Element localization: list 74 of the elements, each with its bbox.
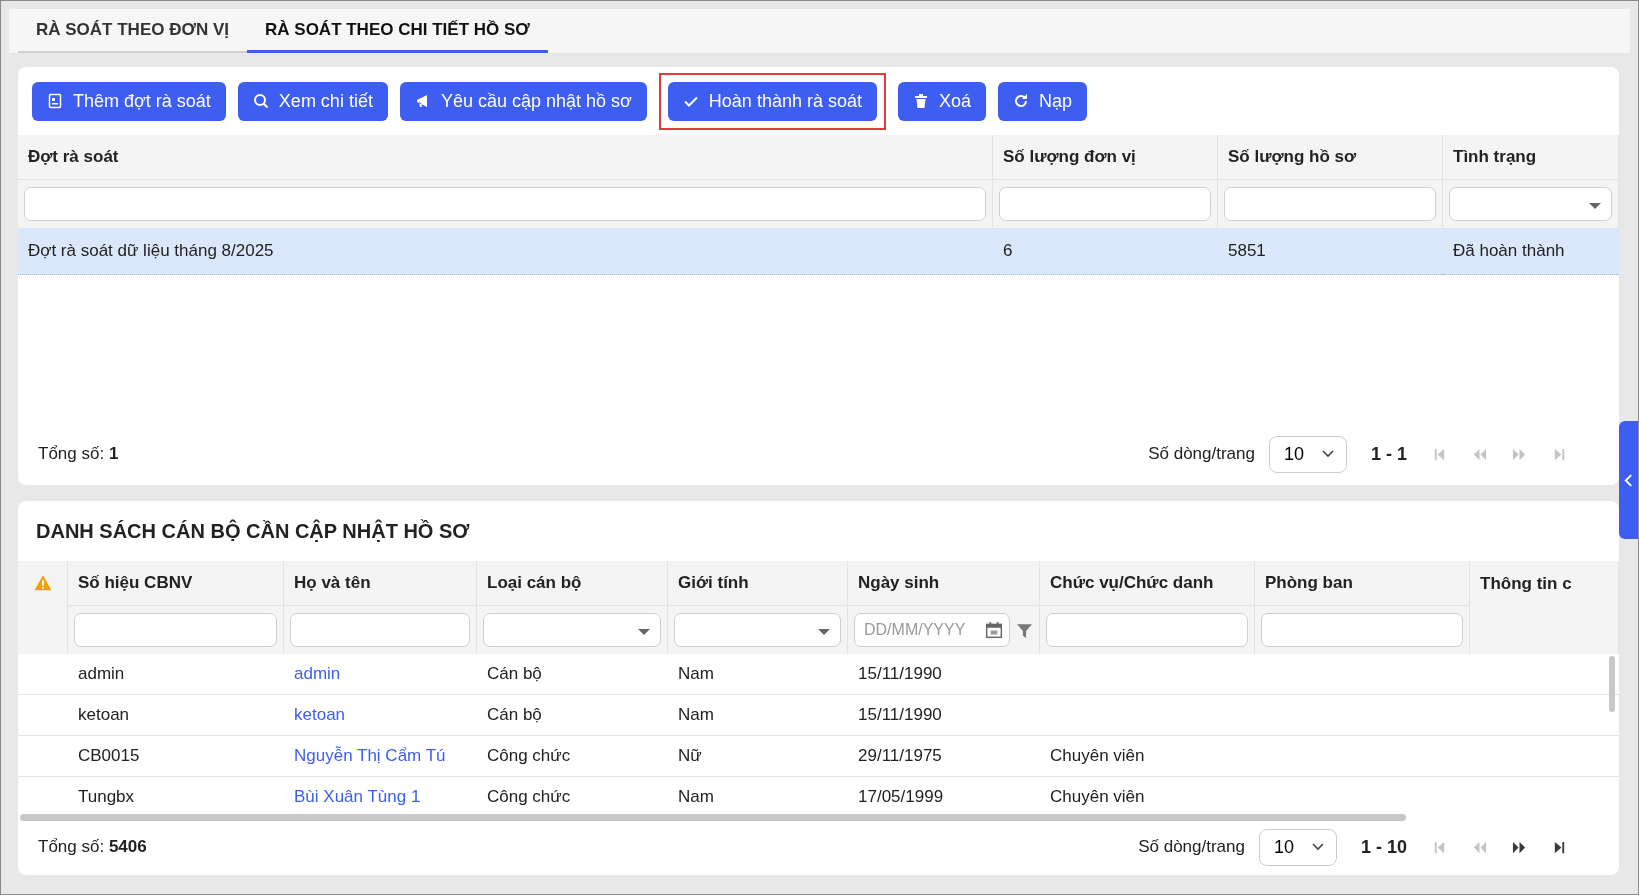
page-size-select[interactable]: 10 [1268, 435, 1347, 473]
staff-name-link[interactable]: admin [294, 664, 341, 684]
chevron-left-icon [1624, 473, 1633, 487]
staff-name-link[interactable]: Nguyễn Thị Cẩm Tú [294, 746, 446, 766]
page-range: 1 - 10 [1360, 836, 1407, 858]
toolbar-button[interactable]: Nạp [998, 81, 1087, 121]
toolbar-button[interactable]: Yêu cầu cập nhật hồ sơ [399, 81, 647, 121]
tab[interactable]: RÀ SOÁT THEO ĐƠN VỊ [18, 9, 247, 53]
trash-icon [912, 93, 929, 109]
table-cell: Cán bộ [477, 695, 668, 736]
next-page-icon[interactable] [1511, 839, 1527, 855]
column-header[interactable]: Giới tính [668, 561, 848, 606]
form-icon [47, 93, 63, 109]
chevron-down-icon [1311, 843, 1324, 851]
column-header[interactable]: Ngày sinh [848, 561, 1040, 606]
total-count: Tổng số: 5406 [38, 837, 147, 857]
table-cell: Cán bộ [477, 654, 668, 695]
page-range: 1 - 1 [1370, 443, 1407, 465]
table-cell: 6 [993, 228, 1218, 275]
page-size-label: Số dòng/trang [1148, 444, 1255, 464]
staff-name-link[interactable]: Bùi Xuân Tùng 1 [294, 787, 421, 807]
filter-field[interactable] [1046, 613, 1248, 647]
column-header[interactable]: Đợt rà soát [18, 135, 993, 180]
column-header[interactable]: Số hiệu CBNV [68, 561, 284, 606]
filter-field[interactable] [24, 187, 986, 221]
page-size-label: Số dòng/trang [1138, 837, 1245, 857]
table-cell: 15/11/1990 [848, 654, 1040, 695]
column-header[interactable]: Phòng ban [1255, 561, 1470, 606]
table-cell: ketoan [68, 695, 284, 736]
table-cell: 29/11/1975 [848, 736, 1040, 777]
filter-field[interactable] [290, 613, 470, 647]
toolbar-button[interactable]: Hoàn thành rà soát [667, 81, 877, 121]
page-size-select[interactable]: 10 [1258, 828, 1337, 866]
tab[interactable]: RÀ SOÁT THEO CHI TIẾT HỒ SƠ [247, 9, 548, 53]
table-cell: Chuyên viên [1040, 736, 1255, 777]
filter-icon[interactable] [1016, 621, 1033, 639]
filter-dropdown[interactable] [1449, 187, 1612, 221]
column-header[interactable]: Số lượng hồ sơ [1218, 135, 1443, 180]
filter-field[interactable] [999, 187, 1211, 221]
table-cell: Nam [668, 654, 848, 695]
vertical-scrollbar[interactable] [1609, 656, 1615, 712]
refresh-icon [1013, 93, 1029, 109]
filter-dropdown[interactable] [483, 613, 661, 647]
table-cell: CB0015 [68, 736, 284, 777]
column-header[interactable]: Họ và tên [284, 561, 477, 606]
filter-dropdown[interactable] [674, 613, 841, 647]
toolbar-button[interactable]: Xoá [897, 81, 986, 121]
filter-field[interactable] [1261, 613, 1463, 647]
side-panel-toggle[interactable] [1619, 421, 1638, 539]
column-header[interactable]: Thông tin c [1470, 561, 1619, 654]
table-cell: 15/11/1990 [848, 695, 1040, 736]
staff-name-link[interactable]: ketoan [294, 705, 346, 725]
table-cell: Đã hoàn thành [1443, 228, 1619, 275]
warning-icon [33, 574, 52, 592]
section-title: DANH SÁCH CÁN BỘ CẦN CẬP NHẬT HỒ SƠ [35, 518, 471, 544]
column-header[interactable]: Chức vụ/Chức danh [1040, 561, 1255, 606]
table-cell: Công chức [477, 736, 668, 777]
filter-field[interactable] [1224, 187, 1436, 221]
table-cell: Nữ [668, 736, 848, 777]
calendar-icon [985, 621, 1003, 639]
table-cell: Đợt rà soát dữ liệu tháng 8/2025 [18, 228, 993, 275]
total-count: Tổng số: 1 [38, 444, 119, 464]
column-header[interactable]: Số lượng đơn vị [993, 135, 1218, 180]
search-icon [252, 93, 269, 109]
column-header[interactable]: Loại cán bộ [477, 561, 668, 606]
table-cell: Nam [668, 695, 848, 736]
horizontal-scrollbar[interactable] [20, 814, 1406, 821]
table-cell: 5851 [1218, 228, 1443, 275]
table-cell: admin [68, 654, 284, 695]
chevron-down-icon [1321, 450, 1334, 458]
column-header[interactable]: Tình trạng [1443, 135, 1619, 180]
toolbar-button[interactable]: Thêm đợt rà soát [32, 81, 226, 121]
toolbar-button[interactable]: Xem chi tiết [237, 81, 388, 121]
filter-field[interactable] [74, 613, 277, 647]
